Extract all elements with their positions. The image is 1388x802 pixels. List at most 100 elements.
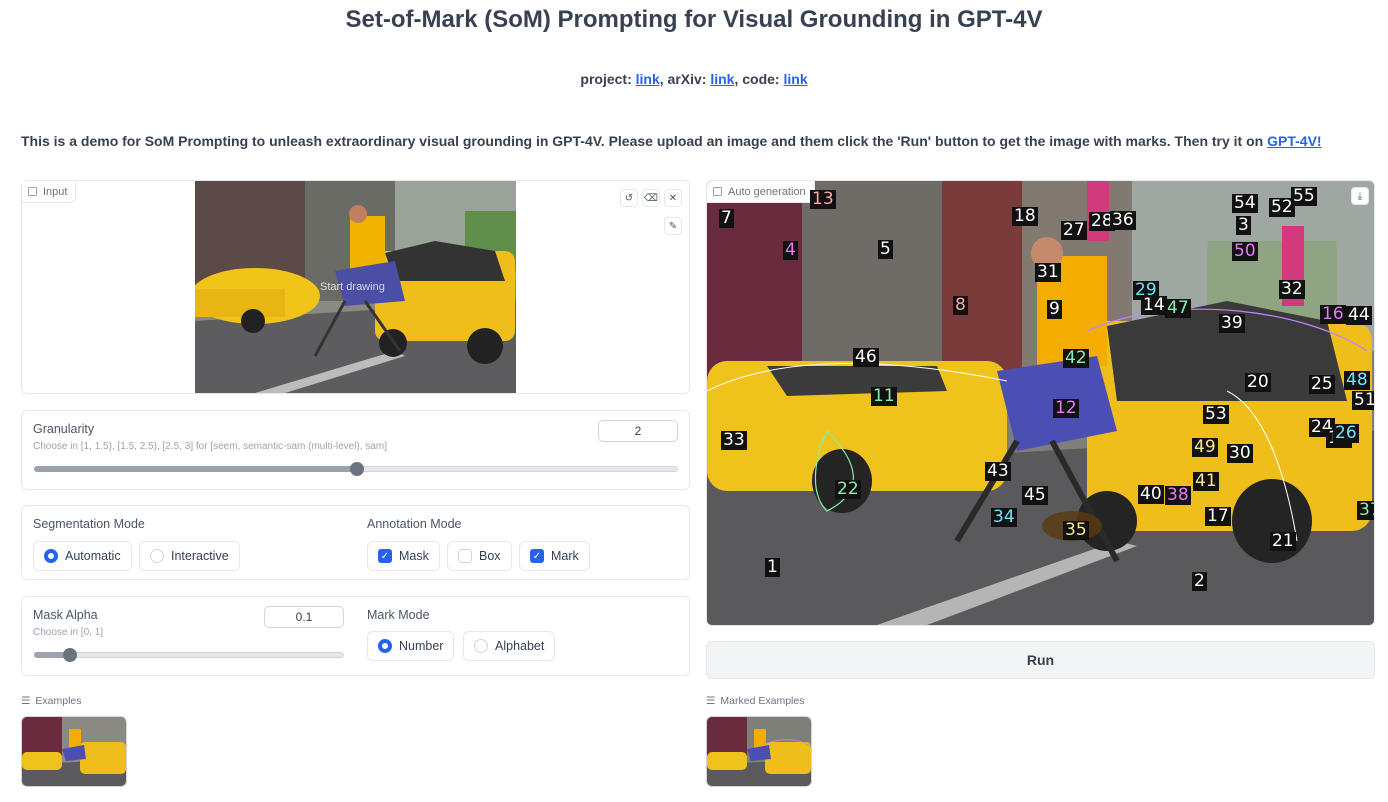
segmentation-automatic-option[interactable]: Automatic xyxy=(33,541,132,571)
granularity-slider-handle[interactable] xyxy=(350,462,364,476)
undo-icon[interactable]: ↺ xyxy=(620,189,638,207)
segment-mark-45: 45 xyxy=(1022,485,1048,505)
segment-mark-49: 49 xyxy=(1192,437,1218,457)
list-icon: ☰ xyxy=(21,695,31,707)
eraser-icon[interactable]: ⌫ xyxy=(642,189,660,207)
project-prefix: project: xyxy=(580,71,636,87)
image-icon xyxy=(713,187,722,196)
radio-unselected-icon xyxy=(150,549,164,563)
examples-label-text: Examples xyxy=(35,695,82,707)
segment-mark-11: 11 xyxy=(871,386,897,406)
segment-mark-51: 51 xyxy=(1352,391,1374,410)
segment-mark-39: 39 xyxy=(1219,313,1245,333)
segment-mark-40: 40 xyxy=(1138,484,1164,504)
examples-label: ☰ Examples xyxy=(21,695,82,707)
brush-icon[interactable]: ✎ xyxy=(664,217,682,235)
checkbox-unchecked-icon xyxy=(458,549,472,563)
segment-mark-43: 43 xyxy=(985,461,1011,481)
option-label: Number xyxy=(399,639,444,653)
marked-examples-label-text: Marked Examples xyxy=(720,695,805,707)
segment-mark-46: 46 xyxy=(853,347,879,367)
output-label: Auto generation xyxy=(728,185,806,198)
clear-icon[interactable]: ✕ xyxy=(664,189,682,207)
segment-mark-41: 41 xyxy=(1193,471,1219,491)
segment-mark-22: 22 xyxy=(835,479,861,499)
output-image-panel: Auto generation ⤓ 13 7 4 5 18 27 28 36 54 52 55 3 50… xyxy=(706,180,1375,626)
download-icon[interactable]: ⤓ xyxy=(1351,187,1369,205)
example-thumbnail[interactable] xyxy=(21,716,127,787)
segment-mark-54: 54 xyxy=(1232,193,1258,213)
option-label: Mark xyxy=(551,549,579,563)
segment-mark-33: 33 xyxy=(721,430,747,450)
option-label: Alphabet xyxy=(495,639,545,653)
segment-mark-9: 9 xyxy=(1047,299,1062,319)
mark-mode-number-option[interactable]: Number xyxy=(367,631,455,661)
mask-alpha-hint: Choose in [0, 1] xyxy=(33,627,104,638)
segment-mark-7: 7 xyxy=(719,208,734,228)
segment-mark-34: 34 xyxy=(991,507,1017,527)
description: This is a demo for SoM Prompting to unle… xyxy=(21,133,1322,149)
annotation-mode-label: Annotation Mode xyxy=(367,517,462,531)
links-line: project: link, arXiv: link, code: link xyxy=(0,71,1388,87)
segment-mark-26: 26 xyxy=(1333,423,1359,443)
segment-mark-53: 53 xyxy=(1203,404,1229,424)
segment-mark-5: 5 xyxy=(878,239,893,259)
granularity-slider[interactable] xyxy=(34,462,678,476)
output-image xyxy=(707,181,1374,625)
segment-mark-20: 20 xyxy=(1245,372,1271,392)
input-label: Input xyxy=(43,185,68,198)
segment-mark-55: 55 xyxy=(1291,186,1317,206)
radio-selected-icon xyxy=(44,549,58,563)
gpt4v-link[interactable]: GPT-4V! xyxy=(1267,133,1321,149)
segment-mark-48: 48 xyxy=(1344,370,1370,390)
segment-mark-1: 1 xyxy=(765,557,780,577)
run-button[interactable]: Run xyxy=(706,641,1375,679)
output-tag: Auto generation xyxy=(707,181,815,203)
mask-alpha-number-input[interactable]: 0.1 xyxy=(264,606,344,628)
mask-alpha-slider[interactable] xyxy=(34,648,344,662)
option-label: Mask xyxy=(399,549,429,563)
radio-selected-icon xyxy=(378,639,392,653)
segment-mark-2: 2 xyxy=(1192,571,1207,591)
example-thumbnail-image xyxy=(22,717,126,786)
segment-mark-12: 12 xyxy=(1053,398,1079,418)
segment-mark-36: 36 xyxy=(1110,210,1136,230)
input-image-panel[interactable]: Input Start drawing ↺ ⌫ ✕ ✎ xyxy=(21,180,690,394)
project-link[interactable]: link xyxy=(636,71,660,87)
segment-mark-8: 8 xyxy=(953,295,968,315)
segment-mark-17: 17 xyxy=(1205,506,1231,526)
arxiv-prefix: , arXiv: xyxy=(659,71,711,87)
mark-mode-alphabet-option[interactable]: Alphabet xyxy=(463,631,556,661)
granularity-hint: Choose in [1, 1.5), [1.5, 2.5), [2.5, 3]… xyxy=(33,441,388,452)
segment-mark-21: 21 xyxy=(1270,531,1296,551)
annotation-mark-checkbox[interactable]: ✓ Mark xyxy=(519,541,590,571)
segment-mark-27: 27 xyxy=(1061,220,1087,240)
segment-mark-13: 13 xyxy=(810,189,836,209)
code-prefix: , code: xyxy=(734,71,784,87)
annotation-mask-checkbox[interactable]: ✓ Mask xyxy=(367,541,440,571)
granularity-label: Granularity xyxy=(33,422,95,436)
option-label: Interactive xyxy=(171,549,229,563)
segment-mark-3: 3 xyxy=(1236,215,1251,235)
segment-mark-38: 38 xyxy=(1165,485,1191,505)
alpha-panel: Mask Alpha Choose in [0, 1] 0.1 Mark Mod… xyxy=(21,596,690,676)
mask-alpha-slider-handle[interactable] xyxy=(63,648,77,662)
segment-mark-25: 25 xyxy=(1309,374,1335,394)
page-title: Set-of-Mark (SoM) Prompting for Visual G… xyxy=(345,6,1043,33)
annotation-box-checkbox[interactable]: Box xyxy=(447,541,512,571)
code-link[interactable]: link xyxy=(783,71,807,87)
segment-mark-16: 16 xyxy=(1320,304,1346,324)
mode-panel: Segmentation Mode Automatic Interactive … xyxy=(21,505,690,580)
segment-mark-18: 18 xyxy=(1012,206,1038,226)
segment-mark-50: 50 xyxy=(1232,241,1258,261)
image-icon xyxy=(28,187,37,196)
segmentation-interactive-option[interactable]: Interactive xyxy=(139,541,240,571)
segment-mark-14: 14 xyxy=(1141,295,1167,315)
granularity-number-input[interactable]: 2 xyxy=(598,420,678,442)
segment-mark-37: 37 xyxy=(1357,501,1374,520)
checkbox-checked-icon: ✓ xyxy=(378,549,392,563)
granularity-slider-fill xyxy=(34,466,357,472)
marked-example-thumbnail[interactable] xyxy=(706,716,812,787)
start-drawing-overlay: Start drawing xyxy=(320,281,385,293)
arxiv-link[interactable]: link xyxy=(710,71,734,87)
